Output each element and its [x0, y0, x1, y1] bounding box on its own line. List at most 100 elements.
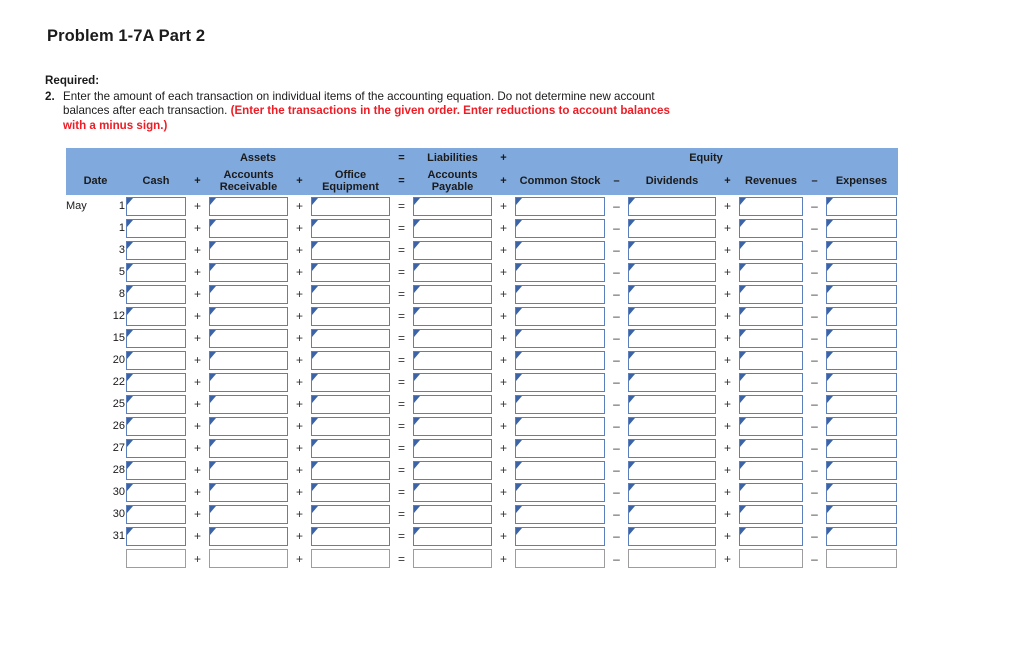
input-dividends[interactable]	[628, 438, 716, 458]
input-accounts-receivable[interactable]	[209, 196, 288, 216]
input-cash[interactable]	[126, 328, 186, 348]
input-expenses[interactable]	[826, 482, 897, 502]
input-cash[interactable]	[126, 262, 186, 282]
input-expenses[interactable]	[826, 526, 897, 546]
input-accounts-payable[interactable]	[413, 372, 492, 392]
input-accounts-payable[interactable]	[413, 306, 492, 326]
input-dividends[interactable]	[628, 306, 716, 326]
input-expenses[interactable]	[826, 196, 897, 216]
input-accounts-payable[interactable]	[413, 504, 492, 524]
input-cash[interactable]	[126, 504, 186, 524]
input-common-stock[interactable]	[515, 416, 605, 436]
input-cash[interactable]	[126, 240, 186, 260]
input-revenues[interactable]	[739, 306, 803, 326]
input-accounts-payable[interactable]	[413, 284, 492, 304]
input-accounts-payable[interactable]	[413, 328, 492, 348]
input-office-equipment[interactable]	[311, 438, 390, 458]
input-expenses[interactable]	[826, 306, 897, 326]
input-dividends[interactable]	[628, 460, 716, 480]
input-expenses[interactable]	[826, 460, 897, 480]
input-common-stock[interactable]	[515, 350, 605, 370]
input-accounts-payable[interactable]	[413, 262, 492, 282]
input-office-equipment[interactable]	[311, 306, 390, 326]
input-dividends[interactable]	[628, 350, 716, 370]
input-cash[interactable]	[126, 482, 186, 502]
input-accounts-receivable[interactable]	[209, 460, 288, 480]
input-office-equipment[interactable]	[311, 218, 390, 238]
input-revenues[interactable]	[739, 350, 803, 370]
input-office-equipment[interactable]	[311, 416, 390, 436]
input-accounts-receivable[interactable]	[209, 482, 288, 502]
input-expenses[interactable]	[826, 284, 897, 304]
input-dividends[interactable]	[628, 262, 716, 282]
input-dividends[interactable]	[628, 482, 716, 502]
input-office-equipment[interactable]	[311, 240, 390, 260]
input-office-equipment[interactable]	[311, 526, 390, 546]
input-revenues[interactable]	[739, 262, 803, 282]
input-office-equipment[interactable]	[311, 394, 390, 414]
input-revenues[interactable]	[739, 416, 803, 436]
input-accounts-payable[interactable]	[413, 196, 492, 216]
input-dividends[interactable]	[628, 196, 716, 216]
input-cash[interactable]	[126, 416, 186, 436]
input-accounts-receivable[interactable]	[209, 394, 288, 414]
input-accounts-payable[interactable]	[413, 460, 492, 480]
input-office-equipment[interactable]	[311, 350, 390, 370]
input-cash[interactable]	[126, 438, 186, 458]
input-accounts-payable[interactable]	[413, 350, 492, 370]
input-common-stock[interactable]	[515, 306, 605, 326]
input-common-stock[interactable]	[515, 394, 605, 414]
input-accounts-receivable[interactable]	[209, 416, 288, 436]
input-common-stock[interactable]	[515, 438, 605, 458]
input-expenses[interactable]	[826, 240, 897, 260]
input-common-stock[interactable]	[515, 482, 605, 502]
input-cash[interactable]	[126, 526, 186, 546]
input-common-stock[interactable]	[515, 218, 605, 238]
input-accounts-receivable[interactable]	[209, 372, 288, 392]
input-accounts-receivable[interactable]	[209, 262, 288, 282]
input-office-equipment[interactable]	[311, 482, 390, 502]
input-accounts-receivable[interactable]	[209, 504, 288, 524]
input-accounts-payable[interactable]	[413, 438, 492, 458]
input-dividends[interactable]	[628, 328, 716, 348]
input-accounts-receivable[interactable]	[209, 438, 288, 458]
input-accounts-receivable[interactable]	[209, 328, 288, 348]
input-office-equipment[interactable]	[311, 196, 390, 216]
input-revenues[interactable]	[739, 526, 803, 546]
input-revenues[interactable]	[739, 196, 803, 216]
input-office-equipment[interactable]	[311, 262, 390, 282]
input-dividends[interactable]	[628, 372, 716, 392]
input-common-stock[interactable]	[515, 504, 605, 524]
input-accounts-payable[interactable]	[413, 240, 492, 260]
input-dividends[interactable]	[628, 504, 716, 524]
input-revenues[interactable]	[739, 504, 803, 524]
input-office-equipment[interactable]	[311, 328, 390, 348]
input-expenses[interactable]	[826, 262, 897, 282]
input-cash[interactable]	[126, 306, 186, 326]
input-revenues[interactable]	[739, 438, 803, 458]
input-dividends[interactable]	[628, 240, 716, 260]
input-revenues[interactable]	[739, 218, 803, 238]
input-office-equipment[interactable]	[311, 504, 390, 524]
input-common-stock[interactable]	[515, 526, 605, 546]
input-office-equipment[interactable]	[311, 460, 390, 480]
input-cash[interactable]	[126, 460, 186, 480]
input-expenses[interactable]	[826, 438, 897, 458]
input-common-stock[interactable]	[515, 284, 605, 304]
input-expenses[interactable]	[826, 328, 897, 348]
input-dividends[interactable]	[628, 526, 716, 546]
input-dividends[interactable]	[628, 394, 716, 414]
input-cash[interactable]	[126, 284, 186, 304]
input-revenues[interactable]	[739, 394, 803, 414]
input-office-equipment[interactable]	[311, 284, 390, 304]
input-common-stock[interactable]	[515, 196, 605, 216]
input-accounts-receivable[interactable]	[209, 240, 288, 260]
input-dividends[interactable]	[628, 416, 716, 436]
input-accounts-receivable[interactable]	[209, 526, 288, 546]
input-expenses[interactable]	[826, 372, 897, 392]
input-cash[interactable]	[126, 394, 186, 414]
input-expenses[interactable]	[826, 350, 897, 370]
input-accounts-payable[interactable]	[413, 482, 492, 502]
input-cash[interactable]	[126, 350, 186, 370]
input-expenses[interactable]	[826, 218, 897, 238]
